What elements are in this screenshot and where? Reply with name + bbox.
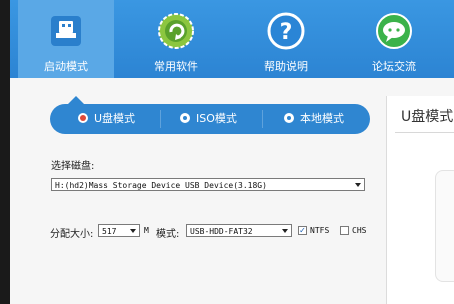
nav-label: 帮助说明 [264, 60, 308, 73]
tab-iso-mode[interactable]: ISO模式 [180, 104, 237, 134]
nav-item-help[interactable]: ? 帮助说明 [238, 0, 334, 78]
size-unit: M [144, 226, 149, 235]
radio-selected-icon [78, 113, 88, 123]
radio-icon [180, 113, 190, 123]
ntfs-checkbox[interactable]: ✓ [298, 226, 307, 235]
tab-label: 本地模式 [300, 112, 344, 125]
chs-checkbox[interactable] [340, 226, 349, 235]
disk-value: H:(hd2)Mass Storage Device USB Device(3.… [55, 181, 267, 190]
panel-title: U盘模式 [401, 109, 454, 125]
software-gear-icon [158, 13, 194, 49]
tab-label: ISO模式 [196, 112, 237, 125]
usb-drive-icon [51, 16, 81, 46]
nav-label: 常用软件 [154, 60, 198, 73]
top-nav-bar: 启动模式 常用软件 ? 帮助说明 论坛交流 [10, 0, 454, 78]
mode-tab-bar: U盘模式 ISO模式 本地模式 [50, 104, 370, 134]
nav-item-boot-mode[interactable]: 启动模式 [18, 0, 114, 78]
size-dropdown[interactable]: 517 [98, 224, 140, 237]
divider [160, 110, 161, 128]
chat-bubble-icon [376, 13, 412, 49]
disk-label: 选择磁盘: [51, 161, 95, 172]
mode-label: 模式: [156, 229, 180, 240]
preview-card [435, 170, 454, 282]
divider [262, 110, 263, 128]
nav-item-common-software[interactable]: 常用软件 [128, 0, 224, 78]
divider [395, 132, 454, 133]
tab-usb-mode[interactable]: U盘模式 [78, 104, 135, 134]
disk-dropdown[interactable]: H:(hd2)Mass Storage Device USB Device(3.… [51, 178, 365, 191]
window-left-edge [0, 0, 10, 304]
chevron-down-icon [355, 183, 361, 187]
tab-local-mode[interactable]: 本地模式 [284, 104, 344, 134]
help-question-icon: ? [267, 12, 305, 50]
nav-label: 论坛交流 [372, 60, 416, 73]
mode-pointer [68, 96, 84, 104]
size-value: 517 [102, 227, 117, 236]
ntfs-label: NTFS [310, 226, 330, 235]
partition-mode-dropdown[interactable]: USB-HDD-FAT32 [186, 224, 292, 237]
tab-label: U盘模式 [94, 112, 136, 125]
chevron-down-icon [130, 229, 136, 233]
mode-info-panel: U盘模式 [386, 96, 454, 304]
mode-value: USB-HDD-FAT32 [190, 227, 253, 236]
chevron-down-icon [282, 229, 288, 233]
nav-item-forum[interactable]: 论坛交流 [346, 0, 442, 78]
app-window: 启动模式 常用软件 ? 帮助说明 论坛交流 U盘模式 ISO模式 本地模式 U盘… [10, 0, 454, 304]
nav-label: 启动模式 [44, 60, 88, 73]
size-label: 分配大小: [50, 229, 94, 240]
svg-text:?: ? [280, 20, 293, 45]
radio-icon [284, 113, 294, 123]
chs-label: CHS [352, 226, 367, 235]
